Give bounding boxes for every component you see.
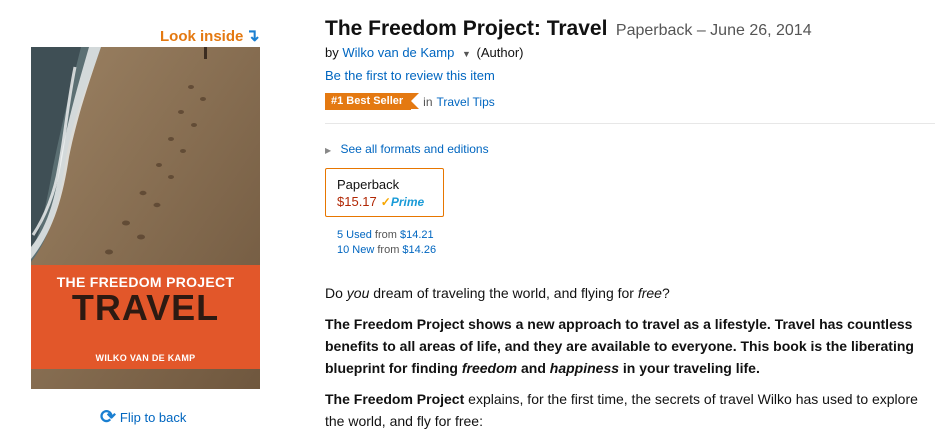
rotate-arrows-icon: ⟳ [100,407,116,428]
desc2-d: happiness [549,360,620,376]
best-seller-row: #1 Best Seller in Travel Tips [325,93,495,110]
desc1-b: you [346,285,370,301]
author-link[interactable]: Wilko van de Kamp [342,45,454,60]
see-formats-link[interactable]: ▶ See all formats and editions [325,142,489,156]
format-swatch-paperback[interactable]: Paperback $15.17 ✓Prime [325,168,444,217]
desc1-a: Do [325,285,347,301]
offer-new: 10 New from $14.26 [337,243,436,258]
caret-right-icon: ▶ [325,146,332,155]
book-cover-image[interactable]: THE FREEDOM PROJECT TRAVEL WILKO VAN DE … [31,47,260,389]
author-dropdown-icon[interactable]: ▼ [462,49,471,59]
offer-used-price[interactable]: $14.21 [400,229,434,241]
offer-used-from: from [374,229,397,241]
cover-title-line2: TRAVEL [71,287,220,328]
down-arrow-icon: ↴ [245,26,260,45]
badge-in-label: in [423,94,433,109]
desc3-a: The Freedom Project [325,391,465,407]
desc1-d: free [637,285,662,301]
category-link[interactable]: Travel Tips [437,95,495,109]
desc2-b: freedom [461,360,518,376]
swatch-price: $15.17 [337,194,377,209]
byline: by Wilko van de Kamp ▼ (Author) [325,45,524,60]
prime-label: Prime [390,194,425,209]
swatch-label: Paperback [337,177,400,192]
best-seller-badge[interactable]: #1 Best Seller [325,93,420,110]
cover-author: WILKO VAN DE KAMP [95,353,196,363]
flip-to-back-label: Flip to back [119,410,187,425]
desc1-c: dream of traveling the world, and flying… [369,285,638,301]
product-title-row: The Freedom Project: Travel Paperback – … [325,17,812,41]
offer-used: 5 Used from $14.21 [337,228,436,243]
look-inside-label: Look inside [160,27,244,45]
flip-to-back-link[interactable]: ⟳ Flip to back [100,408,186,427]
by-label: by [325,45,339,60]
prime-logo-icon: ✓Prime [380,194,425,209]
offer-new-price[interactable]: $14.26 [402,244,436,256]
desc2-e: in your traveling life. [619,360,760,376]
description-paragraph-3: The Freedom Project explains, for the fi… [325,388,925,432]
desc1-e: ? [661,285,670,301]
offers-list: 5 Used from $14.21 10 New from $14.26 [337,228,436,258]
description-paragraph-2: The Freedom Project shows a new approach… [325,313,925,379]
divider [325,123,935,124]
look-inside-link[interactable]: Look inside ↴ [160,26,260,46]
swatch-price-row: $15.17 ✓Prime [337,194,432,209]
description-paragraph-1: Do you dream of traveling the world, and… [325,282,925,304]
offer-used-link[interactable]: 5 Used [337,229,372,241]
offer-new-link[interactable]: 10 New [337,244,374,256]
author-role: (Author) [476,45,524,60]
offer-new-from: from [377,244,400,256]
desc2-c: and [517,360,550,376]
review-link[interactable]: Be the first to review this item [325,68,495,83]
see-formats-label: See all formats and editions [340,142,489,156]
product-title: The Freedom Project: Travel [325,17,608,40]
format-and-date: Paperback – June 26, 2014 [615,22,812,39]
